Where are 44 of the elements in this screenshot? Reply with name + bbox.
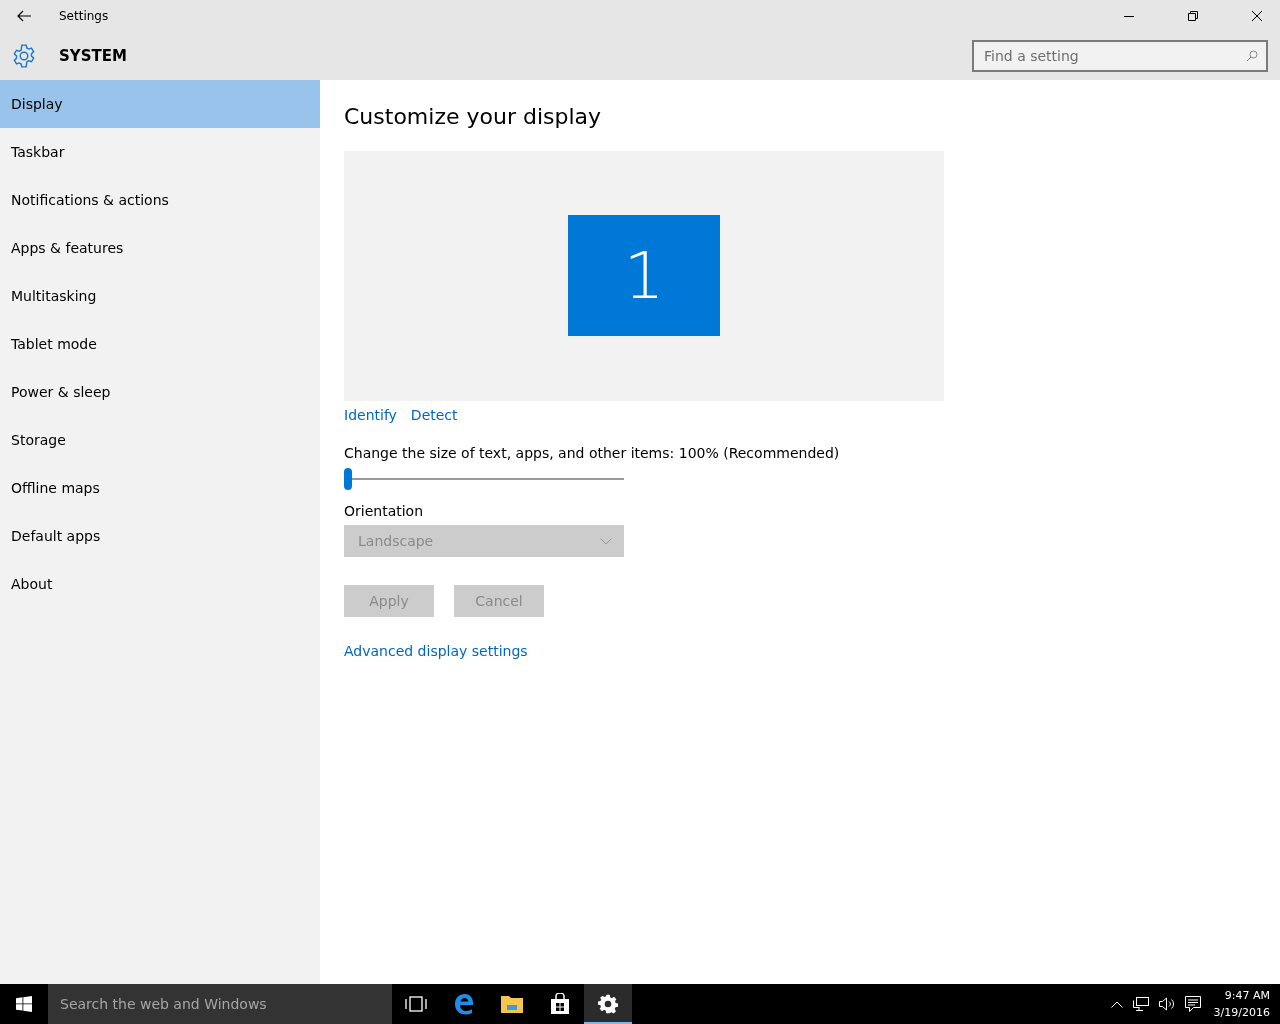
chevron-down-icon bbox=[600, 537, 612, 545]
sidebar-item[interactable]: Power & sleep bbox=[0, 368, 320, 416]
sidebar-item[interactable]: Multitasking bbox=[0, 272, 320, 320]
sidebar-item[interactable]: Notifications & actions bbox=[0, 176, 320, 224]
sidebar-item[interactable]: Offline maps bbox=[0, 464, 320, 512]
slider-thumb[interactable] bbox=[344, 468, 352, 490]
back-arrow-icon[interactable] bbox=[17, 10, 31, 22]
page-heading: Customize your display bbox=[344, 104, 603, 131]
link[interactable]: Identify bbox=[344, 407, 397, 437]
monitor-tile[interactable]: 1 bbox=[568, 215, 720, 336]
sidebar-item[interactable]: Display bbox=[0, 80, 320, 128]
scale-label: Change the size of text, apps, and other items: 100% (Recommended) bbox=[344, 445, 841, 461]
task-view-icon bbox=[405, 996, 427, 1012]
window-title: Settings bbox=[59, 9, 109, 23]
gear-icon bbox=[11, 43, 37, 69]
restore-icon[interactable] bbox=[1188, 11, 1198, 21]
chevron-up-icon[interactable] bbox=[1110, 1000, 1123, 1008]
sidebar-item[interactable]: Taskbar bbox=[0, 128, 320, 176]
orientation-label: Orientation bbox=[344, 503, 425, 519]
windows-logo-icon bbox=[16, 996, 32, 1012]
sidebar-item[interactable]: Apps & features bbox=[0, 224, 320, 272]
clock-date: 3/19/2016 bbox=[1213, 1005, 1270, 1021]
network-icon[interactable] bbox=[1132, 997, 1149, 1011]
sidebar-item[interactable]: Default apps bbox=[0, 512, 320, 560]
section-title: SYSTEM bbox=[59, 47, 127, 65]
taskbar-search-field[interactable]: Search the web and Windows bbox=[48, 984, 392, 1024]
browser-e-icon bbox=[453, 993, 475, 1015]
folder-icon bbox=[501, 994, 523, 1014]
shopping-bag-icon bbox=[550, 993, 570, 1015]
sidebar-item[interactable]: About bbox=[0, 560, 320, 608]
gear-icon bbox=[598, 994, 618, 1014]
speaker-icon[interactable] bbox=[1158, 997, 1175, 1011]
clock-time: 9:47 AM bbox=[1224, 988, 1270, 1004]
clock[interactable]: 9:47 AM 3/19/2016 bbox=[1213, 987, 1270, 1021]
taskbar-app-button[interactable] bbox=[584, 984, 632, 1024]
message-icon[interactable] bbox=[1184, 996, 1201, 1012]
link[interactable]: Detect bbox=[410, 407, 458, 437]
sidebar-item[interactable]: Storage bbox=[0, 416, 320, 464]
sidebar-item[interactable]: Tablet mode bbox=[0, 320, 320, 368]
advanced-settings-link[interactable]: Advanced display settings bbox=[344, 643, 528, 659]
scale-slider[interactable] bbox=[344, 467, 624, 491]
search-field[interactable]: Find a setting bbox=[972, 40, 1268, 72]
close-icon[interactable] bbox=[1252, 11, 1262, 21]
search-icon bbox=[1246, 50, 1258, 62]
